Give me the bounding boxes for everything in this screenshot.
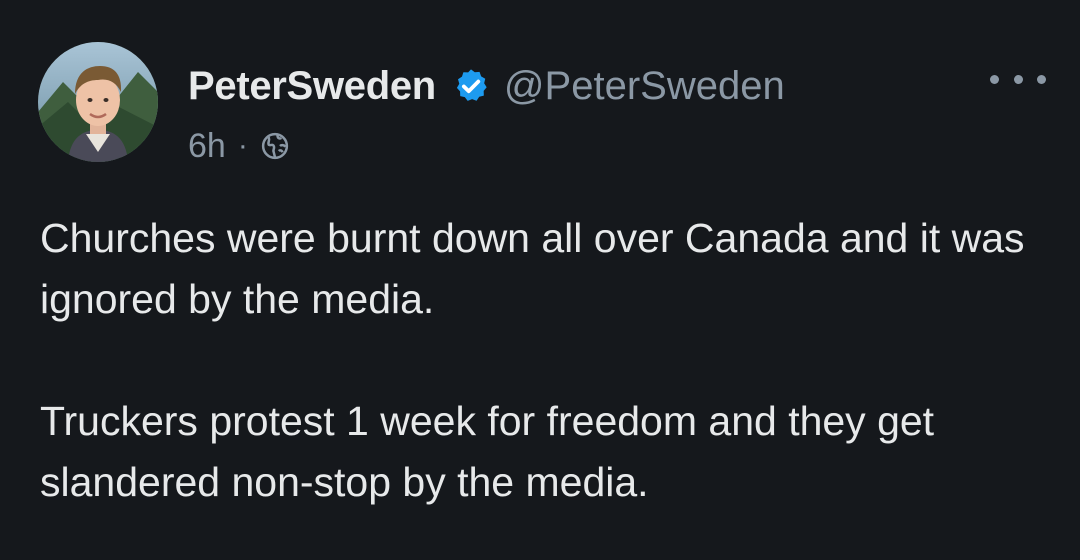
globe-icon [260, 131, 290, 161]
tweet-card[interactable]: PeterSweden @PeterSweden 6h · Churches w… [0, 0, 1080, 560]
more-dot-icon [990, 74, 999, 84]
author-display-name[interactable]: PeterSweden [188, 64, 436, 109]
tweet-body: Churches were burnt down all over Canada… [40, 208, 1050, 513]
tweet-paragraph: Truckers protest 1 week for freedom and … [40, 398, 935, 505]
verified-badge-icon [452, 67, 490, 105]
author-handle[interactable]: @PeterSweden [504, 64, 785, 109]
tweet-paragraph: Churches were burnt down all over Canada… [40, 215, 1025, 322]
more-options-button[interactable] [990, 64, 1046, 94]
meta-separator: · [237, 129, 248, 162]
avatar[interactable] [38, 42, 158, 162]
tweet-meta: 6h · [188, 124, 290, 168]
tweet-header: PeterSweden @PeterSweden [188, 58, 785, 114]
more-dot-icon [1013, 74, 1023, 84]
more-dot-icon [1037, 74, 1046, 84]
avatar-image [38, 42, 158, 162]
tweet-timestamp[interactable]: 6h [188, 127, 226, 166]
